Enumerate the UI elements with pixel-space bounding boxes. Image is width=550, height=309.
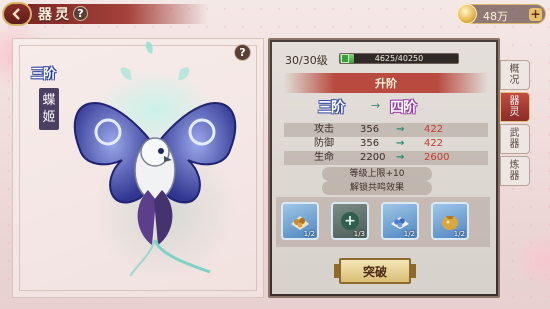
breakthrough-button[interactable]: 突破 [334, 258, 416, 284]
gold-ingot-icon [457, 4, 477, 24]
tab-weapon[interactable]: 武器 [500, 124, 530, 154]
stat-current: 356 [360, 138, 380, 149]
currency-display: 48万 + [457, 4, 546, 24]
tab-label: 器灵 [509, 96, 520, 118]
tab-label: 概况 [509, 64, 520, 86]
upgrade-title: 升阶 [375, 77, 397, 90]
spirit-rank-label: 三阶 [31, 67, 56, 82]
add-plus-icon: + [341, 212, 359, 230]
rank-from: 三阶 [318, 100, 345, 116]
exp-text: 4625/40250 [374, 54, 424, 63]
back-arrow-icon [12, 8, 20, 20]
unlock-info: 解锁共鸣效果 [322, 181, 432, 195]
stat-row-attack: 攻击 356 → 422 [284, 123, 488, 137]
back-button[interactable] [2, 2, 32, 26]
material-slot-empty[interactable]: + 1/3 [331, 202, 369, 240]
tab-refine[interactable]: 炼器 [500, 156, 530, 186]
level-cap-info: 等级上限+10 [322, 167, 432, 181]
material-slot[interactable]: 1/2 [381, 202, 419, 240]
stat-next: 2600 [424, 152, 450, 163]
stat-name: 防御 [314, 138, 334, 149]
material-count: 1/2 [453, 230, 465, 238]
stat-arrow-icon: → [396, 152, 405, 163]
grain-bundle-icon [291, 216, 309, 230]
stat-current: 356 [360, 124, 380, 135]
rank-arrow-icon: → [371, 99, 381, 112]
blue-pearls-icon [391, 217, 409, 229]
spirit-help-icon[interactable]: ? [234, 44, 251, 61]
material-slot[interactable]: 1/2 [431, 202, 469, 240]
stat-next: 422 [424, 124, 444, 135]
material-count: 1/2 [403, 230, 415, 238]
tab-overview[interactable]: 概况 [500, 60, 530, 90]
tab-spirit[interactable]: 器灵 [500, 92, 530, 122]
stat-next: 422 [424, 138, 444, 149]
butterfly-spirit-art [73, 41, 237, 277]
material-count: 1/3 [353, 230, 365, 238]
material-count: 1/2 [303, 230, 315, 238]
stat-row-defense: 防御 356 → 422 [284, 137, 488, 151]
rank-to: 四阶 [390, 100, 417, 116]
stat-arrow-icon: → [396, 124, 405, 135]
stat-name: 生命 [314, 152, 334, 163]
page-title: 器灵 [38, 7, 72, 23]
tab-label: 武器 [509, 128, 520, 150]
stat-name: 攻击 [314, 124, 334, 135]
currency-value: 48万 [483, 10, 508, 23]
spirit-name: 蝶姬 [39, 88, 59, 130]
spirit-name-text: 蝶姬 [42, 93, 56, 125]
stat-row-hp: 生命 2200 → 2600 [284, 151, 488, 165]
material-slot[interactable]: 1/2 [281, 202, 319, 240]
tab-label: 炼器 [509, 160, 520, 182]
top-bar: 器灵 ? 48万 + [0, 0, 550, 28]
add-currency-button[interactable]: + [529, 8, 542, 21]
level-text: 30/30级 [285, 54, 328, 67]
stat-current: 2200 [360, 152, 386, 163]
help-icon[interactable]: ? [73, 6, 88, 21]
gold-sack-icon [442, 216, 458, 230]
stat-arrow-icon: → [396, 138, 405, 149]
